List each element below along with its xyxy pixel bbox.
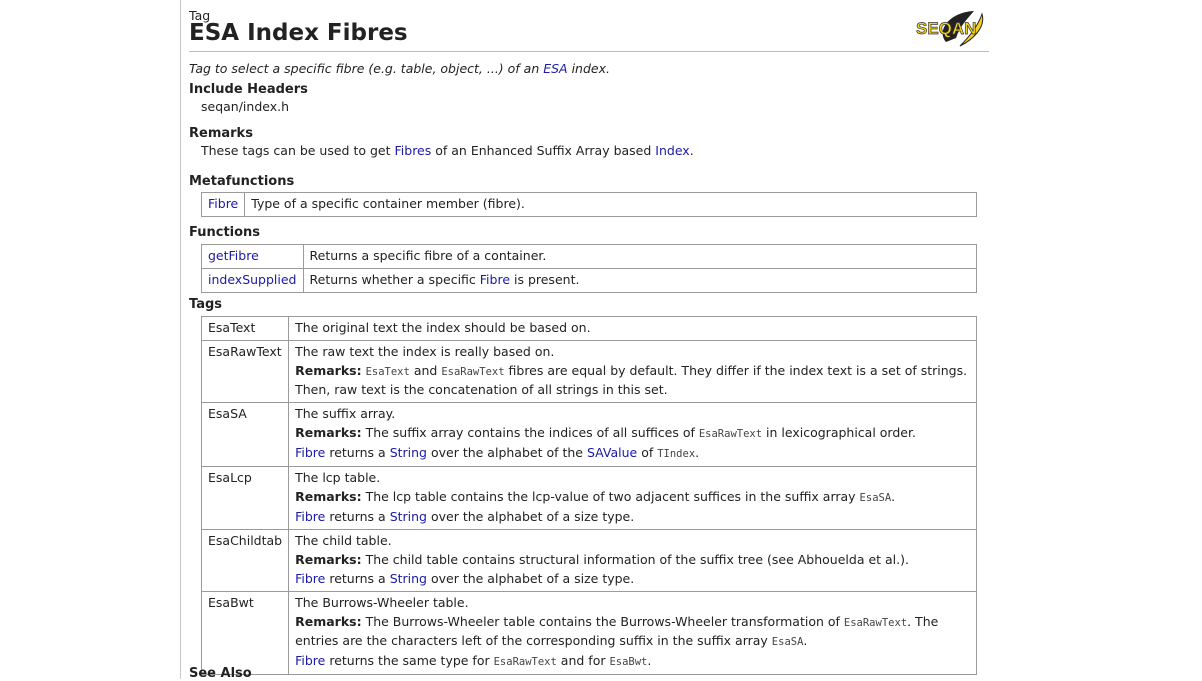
tag-desc-cell: The child table. Remarks: The child tabl… [288,529,977,592]
fibre-link[interactable]: Fibre [295,509,325,524]
metafunction-desc-cell: Type of a specific container member (fib… [244,192,977,217]
tag-desc-cell: The lcp table. Remarks: The lcp table co… [288,466,977,530]
fibre-link[interactable]: Fibre [295,571,325,586]
remarks-text: These tags can be used to get Fibres of … [201,143,694,158]
fibre-metafunction-link[interactable]: Fibre [208,196,238,211]
table-row: indexSupplied Returns whether a specific… [201,268,977,293]
savalue-link[interactable]: SAValue [587,445,637,460]
table-row: EsaChildtab The child table. Remarks: Th… [200,529,977,592]
table-row: getFibre Returns a specific fibre of a c… [201,244,977,269]
table-row: EsaRawText The raw text the index is rea… [200,340,977,403]
page-title: ESA Index Fibres [189,20,408,46]
function-desc-cell: Returns whether a specific Fibre is pres… [302,268,977,293]
metafunction-name-cell: Fibre [200,192,246,217]
fibre-link[interactable]: Fibre [295,653,325,668]
tag-desc-cell: The suffix array. Remarks: The suffix ar… [288,402,977,467]
summary-text: Tag to select a specific fibre (e.g. tab… [189,61,610,76]
table-row: Fibre Type of a specific container membe… [200,192,977,217]
tag-name-cell: EsaRawText [200,340,290,403]
tags-table: EsaText The original text the index shou… [200,316,977,675]
tag-desc-cell: The original text the index should be ba… [288,316,977,341]
seqan-logo: SEQAN [916,11,984,47]
indexsupplied-link[interactable]: indexSupplied [208,272,297,287]
table-row: EsaLcp The lcp table. Remarks: The lcp t… [200,466,977,530]
fibre-link[interactable]: Fibre [480,272,510,287]
tag-name-cell: EsaLcp [200,466,290,530]
tag-name-cell: EsaChildtab [200,529,290,592]
sidebar-divider [180,0,181,679]
title-rule [189,51,989,52]
tag-name-cell: EsaText [200,316,290,341]
string-link[interactable]: String [390,445,427,460]
tag-desc-cell: The raw text the index is really based o… [288,340,977,403]
function-name-cell: indexSupplied [201,268,304,293]
svg-text:SEQAN: SEQAN [916,19,976,38]
tags-heading: Tags [189,297,223,312]
getfibre-link[interactable]: getFibre [208,248,259,263]
string-link[interactable]: String [390,509,427,524]
fibres-link[interactable]: Fibres [395,143,432,158]
metafunctions-table: Fibre Type of a specific container membe… [200,192,977,217]
tag-name-cell: EsaSA [200,402,290,467]
table-row: EsaText The original text the index shou… [200,316,977,341]
functions-heading: Functions [189,225,261,240]
string-link[interactable]: String [390,571,427,586]
metafunctions-heading: Metafunctions [189,174,295,189]
include-header-value: seqan/index.h [201,99,290,114]
tag-desc-cell: The Burrows-Wheeler table. Remarks: The … [288,591,977,675]
esa-link[interactable]: ESA [543,61,567,76]
function-desc-cell: Returns a specific fibre of a container. [302,244,977,269]
table-row: EsaSA The suffix array. Remarks: The suf… [200,402,977,467]
function-name-cell: getFibre [201,244,304,269]
remarks-heading: Remarks [189,126,253,141]
table-row: EsaBwt The Burrows-Wheeler table. Remark… [200,591,977,675]
include-headers-heading: Include Headers [189,82,308,97]
fibre-link[interactable]: Fibre [295,445,325,460]
functions-table: getFibre Returns a specific fibre of a c… [201,244,977,293]
index-link[interactable]: Index [655,143,689,158]
tag-name-cell: EsaBwt [200,591,290,675]
